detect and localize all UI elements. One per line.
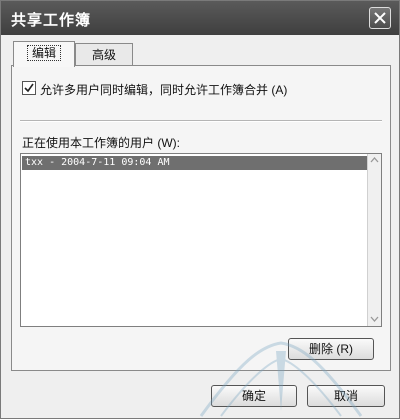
list-item[interactable]: txx - 2004-7-11 09:04 AM	[22, 156, 367, 170]
allow-multiuser-label[interactable]: 允许多用户同时编辑，同时允许工作簿合并 (A)	[40, 81, 287, 98]
allow-multiuser-checkbox[interactable]	[22, 81, 36, 95]
users-list-label: 正在使用本工作簿的用户 (W):	[22, 136, 180, 150]
vertical-scrollbar[interactable]	[367, 154, 381, 326]
tab-edit-label: 编辑	[26, 45, 61, 61]
divider	[20, 120, 382, 122]
chevron-down-icon	[370, 316, 379, 322]
tab-advanced[interactable]: 高级	[75, 43, 133, 66]
scroll-up-button[interactable]	[368, 154, 381, 167]
tab-edit[interactable]: 编辑	[13, 41, 75, 67]
close-icon	[374, 12, 386, 24]
close-button[interactable]	[369, 7, 391, 29]
watermark-logo	[199, 341, 363, 417]
edit-tab-panel: 允许多用户同时编辑，同时允许工作簿合并 (A) 正在使用本工作簿的用户 (W):…	[11, 65, 391, 371]
chevron-up-icon	[370, 157, 379, 163]
tab-advanced-label: 高级	[91, 48, 116, 62]
users-listbox[interactable]: txx - 2004-7-11 09:04 AM	[20, 153, 382, 327]
checkmark-icon	[24, 83, 34, 93]
title-bar[interactable]: 共享工作簿	[1, 1, 399, 35]
dialog-title: 共享工作簿	[11, 12, 92, 29]
scroll-down-button[interactable]	[368, 313, 381, 326]
share-workbook-dialog: 共享工作簿 编辑 高级 允许多用户同时编辑，同时允许工作簿合并 (A) 正在使用…	[0, 0, 400, 419]
